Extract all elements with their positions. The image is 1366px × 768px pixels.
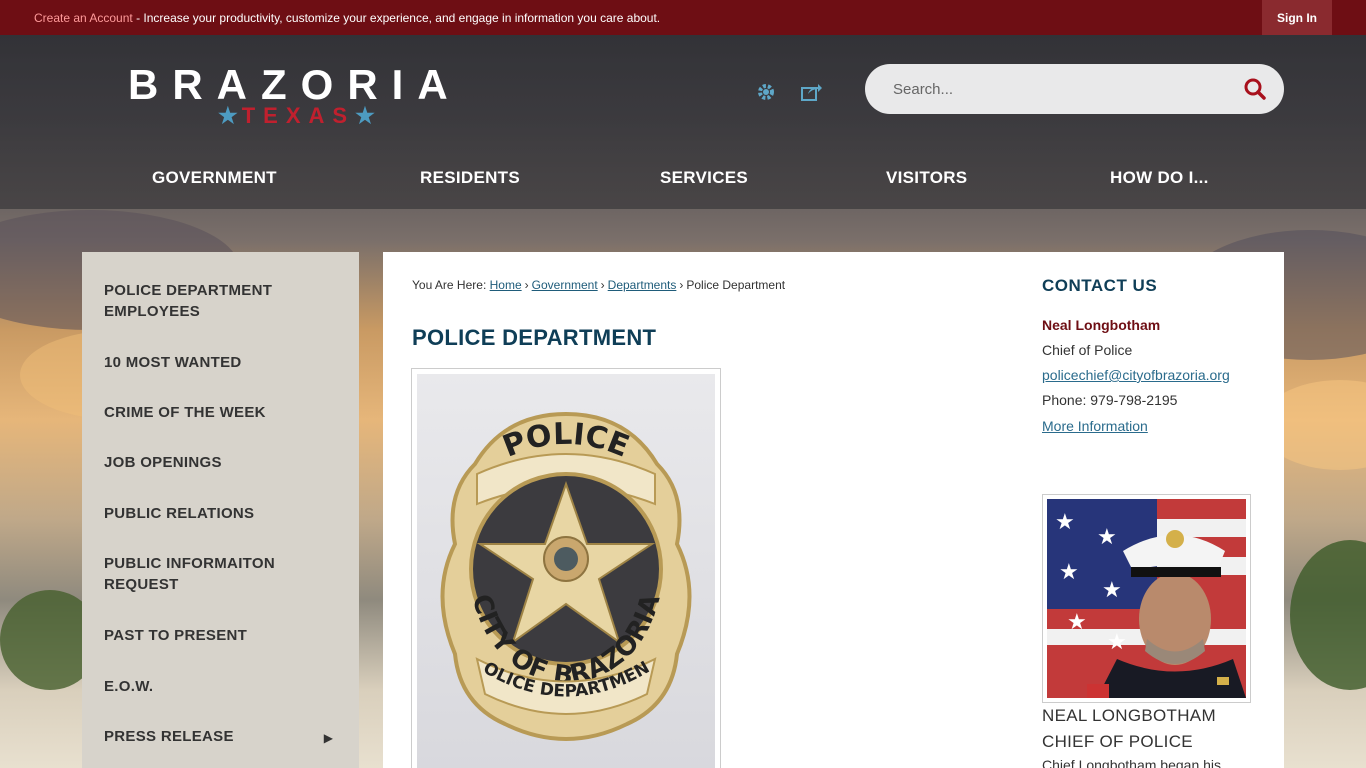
gear-icon[interactable] xyxy=(754,80,778,104)
svg-text:★: ★ xyxy=(1059,560,1079,585)
svg-text:★: ★ xyxy=(1107,630,1127,655)
site-logo[interactable]: BRAZORIA xyxy=(128,61,462,109)
svg-text:★: ★ xyxy=(1097,525,1117,550)
account-message: Create an Account - Increase your produc… xyxy=(34,11,660,25)
breadcrumb-separator: › xyxy=(524,278,529,292)
breadcrumb-prefix: You Are Here: xyxy=(412,278,487,292)
chief-bio: Chief Longbotham began his xyxy=(1042,757,1222,768)
svg-text:★: ★ xyxy=(1055,510,1075,535)
breadcrumb-home[interactable]: Home xyxy=(490,278,522,292)
star-icon: ★ xyxy=(355,103,375,128)
police-badge-image: POLICE CITY OF BRAZORIA POLICE DEPARTMEN… xyxy=(411,368,721,768)
chief-photo: ★ ★ ★ ★ ★ ★ xyxy=(1047,499,1246,698)
breadcrumb-current: Police Department xyxy=(686,278,786,292)
nav-government[interactable]: GOVERNMENT xyxy=(152,168,277,188)
nav-services[interactable]: SERVICES xyxy=(660,168,748,188)
more-information-link[interactable]: More Information xyxy=(1042,418,1148,434)
search-button[interactable] xyxy=(1242,76,1268,102)
page-title: POLICE DEPARTMENT xyxy=(412,325,657,350)
sidebar-item-past-to-present[interactable]: PAST TO PRESENT xyxy=(104,625,339,646)
site-header: BRAZORIA ★ TEXAS ★ GOVERNMENT RESIDENTS … xyxy=(0,35,1366,209)
search-input[interactable] xyxy=(893,80,1213,98)
sign-in-button[interactable]: Sign In xyxy=(1262,0,1332,35)
badge-photo: POLICE CITY OF BRAZORIA POLICE DEPARTMEN… xyxy=(417,374,715,768)
sidebar-item-employees[interactable]: POLICE DEPARTMENT EMPLOYEES xyxy=(104,280,339,322)
account-message-text: - Increase your productivity, customize … xyxy=(132,11,661,25)
sidebar-item-job-openings[interactable]: JOB OPENINGS xyxy=(104,452,339,473)
contact-name: Neal Longbotham xyxy=(1042,317,1161,333)
sidebar-menu: POLICE DEPARTMENT EMPLOYEES 10 MOST WANT… xyxy=(82,252,359,768)
contact-email-link[interactable]: policechief@cityofbrazoria.org xyxy=(1042,367,1230,383)
contact-phone: Phone: 979-798-2195 xyxy=(1042,392,1178,408)
breadcrumb-departments[interactable]: Departments xyxy=(608,278,677,292)
svg-text:★: ★ xyxy=(1067,610,1087,635)
contact-heading: CONTACT US xyxy=(1042,276,1158,295)
sidebar-item-eow[interactable]: E.O.W. xyxy=(104,676,339,697)
sidebar-item-information-request[interactable]: PUBLIC INFORMAITON REQUEST xyxy=(104,553,339,595)
search-icon xyxy=(1244,78,1266,100)
nav-residents[interactable]: RESIDENTS xyxy=(420,168,520,188)
contact-role: Chief of Police xyxy=(1042,342,1133,358)
sidebar-item-crime-of-week[interactable]: CRIME OF THE WEEK xyxy=(104,402,339,423)
nav-how-do-i[interactable]: HOW DO I... xyxy=(1110,168,1209,188)
nav-visitors[interactable]: VISITORS xyxy=(886,168,967,188)
share-icon[interactable] xyxy=(799,80,823,104)
svg-text:★: ★ xyxy=(1102,578,1122,603)
breadcrumb-separator: › xyxy=(679,278,684,292)
main-content: You Are Here: Home › Government › Department… xyxy=(383,252,1284,768)
breadcrumb-government[interactable]: Government xyxy=(532,278,598,292)
site-logo-subtitle: ★ TEXAS ★ xyxy=(218,103,375,129)
chief-photo-frame: ★ ★ ★ ★ ★ ★ xyxy=(1042,494,1251,703)
police-badge-icon: POLICE CITY OF BRAZORIA POLICE DEPARTMEN… xyxy=(417,374,692,741)
main-nav: GOVERNMENT RESIDENTS SERVICES VISITORS H… xyxy=(0,162,1366,202)
sidebar-item-most-wanted[interactable]: 10 MOST WANTED xyxy=(104,352,339,373)
submenu-arrow-icon[interactable]: ▶ xyxy=(324,731,333,745)
breadcrumb-separator: › xyxy=(600,278,605,292)
star-icon: ★ xyxy=(218,103,238,128)
chief-caption-role: CHIEF OF POLICE xyxy=(1042,732,1193,751)
search-box xyxy=(865,64,1284,114)
sidebar-item-press-release[interactable]: PRESS RELEASE xyxy=(104,726,339,747)
logo-subtitle-text: TEXAS xyxy=(241,103,356,128)
sidebar-item-public-relations[interactable]: PUBLIC RELATIONS xyxy=(104,503,339,524)
breadcrumb: You Are Here: Home › Government › Department… xyxy=(412,278,785,292)
create-account-link[interactable]: Create an Account xyxy=(34,11,133,25)
account-bar: Create an Account - Increase your produc… xyxy=(0,0,1366,35)
chief-caption-name: NEAL LONGBOTHAM xyxy=(1042,706,1216,725)
